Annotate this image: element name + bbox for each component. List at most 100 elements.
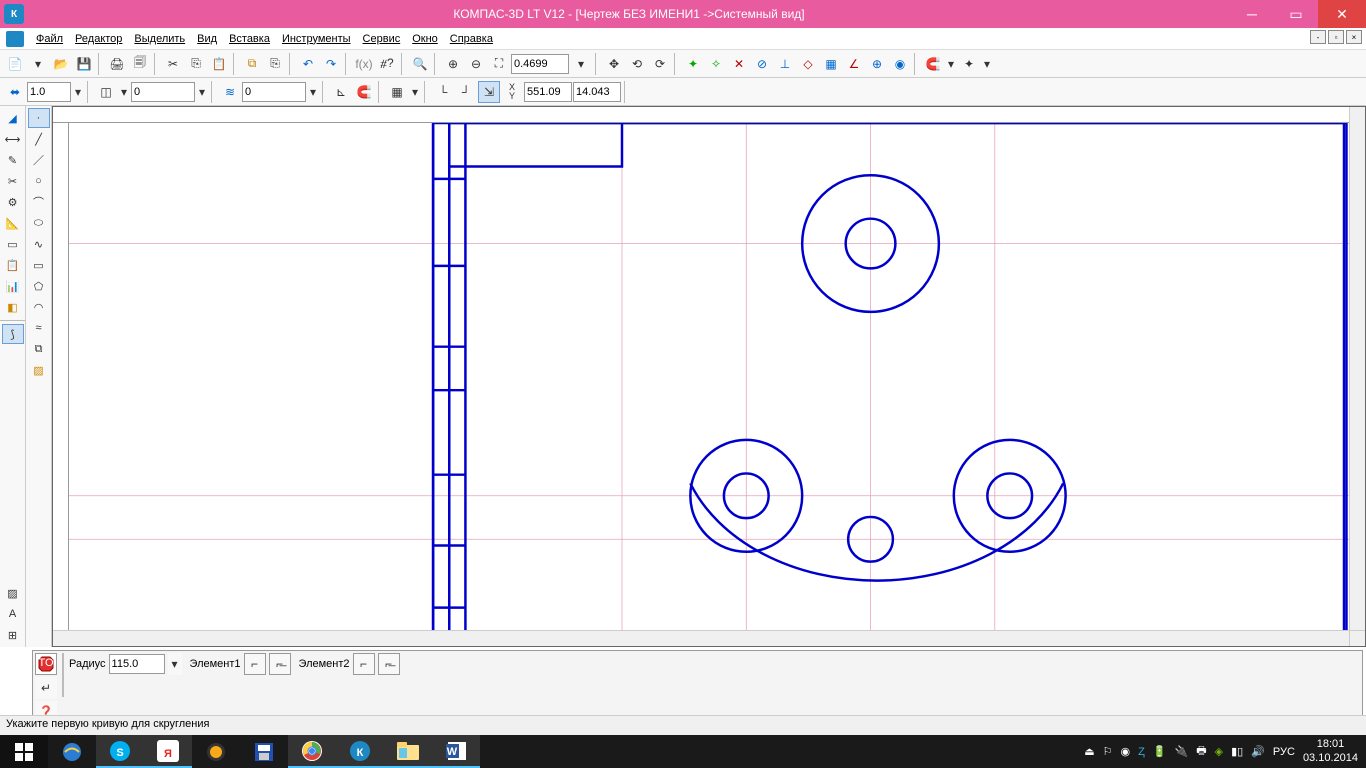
circle-tool-icon[interactable]: ○	[28, 171, 50, 191]
gather-tool-icon[interactable]: ⧉	[28, 339, 50, 359]
step-input[interactable]	[27, 82, 71, 102]
layer-dd[interactable]: ▾	[196, 81, 208, 103]
menu-select[interactable]: Выделить	[128, 31, 191, 47]
lcs-icon[interactable]: └	[432, 81, 454, 103]
ie-icon[interactable]	[48, 735, 96, 768]
maximize-button[interactable]: ▭	[1274, 0, 1318, 28]
chrome-icon[interactable]	[288, 735, 336, 768]
lcs2-icon[interactable]: ┘	[455, 81, 477, 103]
snap-grid-icon[interactable]: ▦	[820, 53, 842, 75]
aimp-icon[interactable]	[192, 735, 240, 768]
menu-insert[interactable]: Вставка	[223, 31, 276, 47]
word-icon[interactable]: W	[432, 735, 480, 768]
menu-service[interactable]: Сервис	[357, 31, 407, 47]
undo-button[interactable]: ↶	[297, 53, 319, 75]
insert-tab-icon[interactable]: ◧	[2, 297, 24, 317]
segment-tool-icon[interactable]: ／	[28, 150, 50, 170]
snap-point-icon[interactable]: ◉	[889, 53, 911, 75]
snap-cross-icon[interactable]: ✕	[728, 53, 750, 75]
yandex-icon[interactable]: Я	[144, 735, 192, 768]
dimensions-tab-icon[interactable]: ⟷	[2, 129, 24, 149]
radius-input[interactable]	[109, 654, 165, 674]
style-input[interactable]	[242, 82, 306, 102]
edit-tab-icon[interactable]: ✂	[2, 171, 24, 191]
arc-tool-icon[interactable]: ⌒	[28, 192, 50, 212]
grid-icon[interactable]: ▦	[386, 81, 408, 103]
select-tab-icon[interactable]: ▭	[2, 234, 24, 254]
linestyle-icon[interactable]: ≋	[219, 81, 241, 103]
mdi-restore[interactable]: ▫	[1328, 30, 1344, 44]
coord-x-input[interactable]	[524, 82, 572, 102]
minimize-button[interactable]: ─	[1230, 0, 1274, 28]
cut-button[interactable]: ✂	[162, 53, 184, 75]
snap-dd[interactable]: ▾	[981, 53, 993, 75]
spline-tool-icon[interactable]: ∿	[28, 234, 50, 254]
redo-button[interactable]: ↷	[320, 53, 342, 75]
elem2-trim-icon[interactable]: ⌐	[353, 653, 375, 675]
equidist-tool-icon[interactable]: ≈	[28, 318, 50, 338]
mdi-close[interactable]: ×	[1346, 30, 1362, 44]
fillet-tool-icon[interactable]: ⟆	[2, 324, 24, 344]
elem1-trim-icon[interactable]: ⌐	[244, 653, 266, 675]
start-button[interactable]	[0, 735, 48, 768]
tray-volume-icon[interactable]: 🔊	[1251, 745, 1265, 758]
skype-icon[interactable]: S	[96, 735, 144, 768]
layer-icon-dd[interactable]: ▾	[118, 81, 130, 103]
elem2-notrim-icon[interactable]: ⌐̶	[378, 653, 400, 675]
snap-angle-icon[interactable]: ∠	[843, 53, 865, 75]
tray-network-icon[interactable]: ▮▯	[1231, 745, 1243, 758]
hatch-tool-icon[interactable]: ▨	[2, 583, 24, 603]
save-button[interactable]: 💾	[73, 53, 95, 75]
tray-lang[interactable]: РУС	[1273, 746, 1295, 758]
snap-settings-icon[interactable]: ✦	[958, 53, 980, 75]
snap-end-icon[interactable]: ✦	[682, 53, 704, 75]
zoom-input[interactable]	[511, 54, 569, 74]
paste-button[interactable]: 📋	[208, 53, 230, 75]
snap-norm-icon[interactable]: ⊥	[774, 53, 796, 75]
tray-nvidia-icon[interactable]: ◈	[1215, 745, 1223, 758]
tray-shield-icon[interactable]: ◉	[1120, 745, 1130, 758]
tray-printer-icon[interactable]: 🖶	[1196, 742, 1206, 761]
magnet-icon[interactable]: 🧲	[922, 53, 944, 75]
tray-flag-icon[interactable]: ⚐	[1103, 745, 1113, 758]
menu-editor[interactable]: Редактор	[69, 31, 128, 47]
point-tool-icon[interactable]: ·	[28, 108, 50, 128]
new-button[interactable]: 📄	[4, 53, 26, 75]
style-dd[interactable]: ▾	[307, 81, 319, 103]
rectangle-tool-icon[interactable]: ▭	[28, 255, 50, 275]
layer-icon[interactable]: ◫	[95, 81, 117, 103]
snap-center-icon[interactable]: ⊕	[866, 53, 888, 75]
table-tool-icon[interactable]: ⊞	[2, 625, 24, 645]
menu-tools[interactable]: Инструменты	[276, 31, 357, 47]
scrollbar-horizontal[interactable]	[53, 630, 1349, 646]
open-button[interactable]: 📂	[50, 53, 72, 75]
new-dd[interactable]: ▾	[27, 53, 49, 75]
menu-view[interactable]: Вид	[191, 31, 223, 47]
text-tool-icon[interactable]: A	[2, 604, 24, 624]
measure-tab-icon[interactable]: 📐	[2, 213, 24, 233]
tray-safely-remove-icon[interactable]: ⏏	[1084, 745, 1094, 758]
zoom-window-button[interactable]: 🔍	[409, 53, 431, 75]
scrollbar-vertical[interactable]	[1349, 107, 1365, 630]
redraw-button[interactable]: ⟳	[649, 53, 671, 75]
snap-mid-icon[interactable]: ✧	[705, 53, 727, 75]
layer-input[interactable]	[131, 82, 195, 102]
mdi-minimize[interactable]: -	[1310, 30, 1326, 44]
zoom-prev-button[interactable]: ⟲	[626, 53, 648, 75]
auto-create-icon[interactable]: ↵	[35, 677, 57, 699]
step-dd[interactable]: ▾	[72, 81, 84, 103]
print-button[interactable]: 🖨	[106, 53, 128, 75]
kompas-task-icon[interactable]: К	[336, 735, 384, 768]
contour-tool-icon[interactable]: ◠	[28, 297, 50, 317]
snap-near-icon[interactable]: ◇	[797, 53, 819, 75]
menu-help[interactable]: Справка	[444, 31, 499, 47]
close-button[interactable]: ✕	[1318, 0, 1366, 28]
aux-line-tool-icon[interactable]: ╱	[28, 129, 50, 149]
radius-dd[interactable]: ▾	[168, 653, 182, 675]
zoom-fit-button[interactable]: ⛶	[488, 53, 510, 75]
stop-button[interactable]: STOP	[35, 653, 57, 675]
ellipse-tool-icon[interactable]: ⬭	[28, 213, 50, 233]
menu-window[interactable]: Окно	[406, 31, 444, 47]
elem1-notrim-icon[interactable]: ⌐̶	[269, 653, 291, 675]
drawing-canvas[interactable]: Изм Лист № докум. Подп. Дата Разраб. Про…	[52, 106, 1366, 647]
